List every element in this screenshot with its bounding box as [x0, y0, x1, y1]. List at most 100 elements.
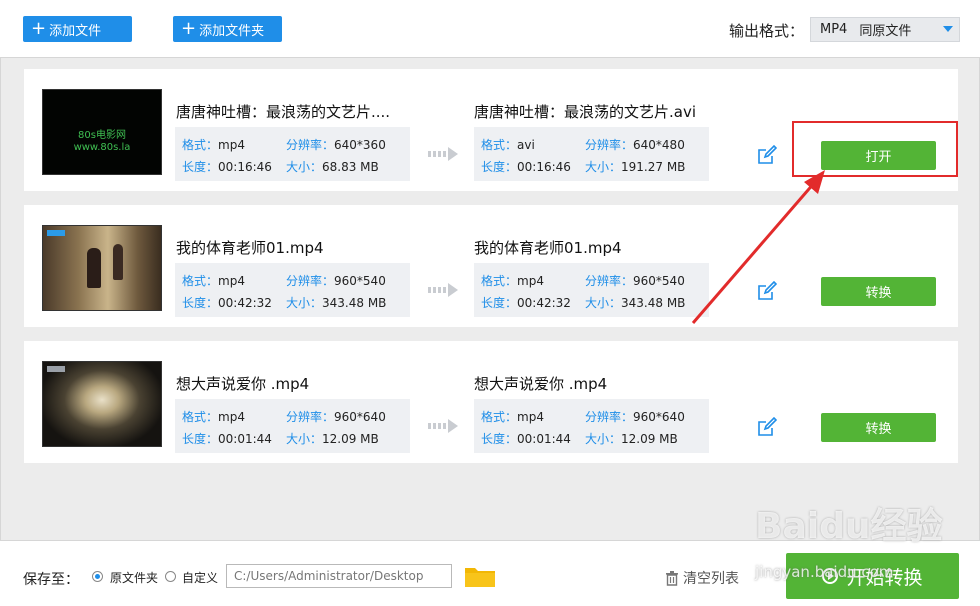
duration-key: 长度： [481, 432, 518, 446]
format-sub: 同原文件 [859, 24, 912, 39]
add-file-label: 添加文件 [49, 23, 102, 39]
resolution-value: 960*640 [334, 410, 386, 424]
resolution-value: 960*540 [633, 274, 685, 288]
target-info: 格式：avi 分辨率：640*480 长度：00:16:46 大小：191.27… [474, 127, 709, 181]
format-value: mp4 [517, 410, 544, 424]
resolution-key: 分辨率： [585, 274, 634, 288]
format-key: 格式： [182, 410, 219, 424]
thumb-url: www.80s.la [73, 142, 131, 153]
duration-key: 长度： [182, 296, 219, 310]
size-key: 大小： [585, 160, 622, 174]
top-toolbar: + 添加文件 + 添加文件夹 输出格式： MP4 同原文件 [0, 0, 980, 58]
size-key: 大小： [585, 296, 622, 310]
convert-button[interactable]: 转换 [821, 277, 936, 306]
convert-button[interactable]: 转换 [821, 413, 936, 442]
format-value: MP4 [820, 22, 848, 37]
source-info: 格式：mp4 分辨率：640*360 长度：00:16:46 大小：68.83 … [175, 127, 410, 181]
size-value: 12.09 MB [621, 432, 678, 446]
source-filename: 唐唐神吐槽：最浪荡的文艺片.... [176, 103, 391, 121]
source-filename: 想大声说爱你 .mp4 [176, 375, 310, 393]
convert-arrow-icon [428, 147, 458, 161]
file-row: 我的体育老师01.mp4 格式：mp4 分辨率：960*540 长度：00:42… [24, 205, 958, 327]
convert-arrow-icon [428, 419, 458, 433]
caret-down-icon [943, 26, 953, 32]
duration-key: 长度： [182, 160, 219, 174]
video-thumbnail [42, 361, 162, 447]
duration-key: 长度： [481, 296, 518, 310]
add-folder-label: 添加文件夹 [199, 23, 265, 39]
resolution-value: 960*540 [334, 274, 386, 288]
duration-value: 00:42:32 [517, 296, 571, 310]
target-info: 格式：mp4 分辨率：960*640 长度：00:01:44 大小：12.09 … [474, 399, 709, 453]
watermark-url: jingyan.baidu.com [755, 563, 894, 581]
plus-icon: + [181, 18, 197, 39]
video-thumbnail: 80s电影网 www.80s.la [42, 89, 162, 175]
size-value: 68.83 MB [322, 160, 379, 174]
duration-value: 00:01:44 [517, 432, 571, 446]
format-value: mp4 [218, 274, 245, 288]
size-key: 大小： [286, 296, 323, 310]
edit-icon[interactable] [757, 145, 777, 165]
radio-original-label: 原文件夹 [110, 571, 159, 585]
target-filename: 我的体育老师01.mp4 [474, 239, 622, 257]
resolution-value: 640*480 [633, 138, 685, 152]
thumb-caption: 80s电影网 [78, 130, 126, 141]
plus-icon: + [31, 18, 47, 39]
annotation-highlight-box [792, 121, 958, 177]
format-key: 格式： [481, 274, 518, 288]
resolution-key: 分辨率： [585, 138, 634, 152]
format-value: mp4 [517, 274, 544, 288]
source-filename: 我的体育老师01.mp4 [176, 239, 324, 257]
resolution-key: 分辨率： [585, 410, 634, 424]
output-format-select[interactable]: MP4 同原文件 [810, 17, 960, 42]
edit-icon[interactable] [757, 417, 777, 437]
output-path-input[interactable] [226, 564, 452, 588]
video-thumbnail [42, 225, 162, 311]
format-key: 格式： [182, 274, 219, 288]
radio-custom[interactable] [165, 571, 176, 582]
format-value: mp4 [218, 410, 245, 424]
save-to-label: 保存至： [23, 572, 79, 588]
folder-icon[interactable] [465, 565, 495, 587]
size-value: 191.27 MB [621, 160, 686, 174]
duration-value: 00:01:44 [218, 432, 272, 446]
duration-value: 00:42:32 [218, 296, 272, 310]
target-info: 格式：mp4 分辨率：960*540 长度：00:42:32 大小：343.48… [474, 263, 709, 317]
resolution-key: 分辨率： [286, 410, 335, 424]
target-filename: 唐唐神吐槽：最浪荡的文艺片.avi [474, 103, 697, 121]
radio-original-folder[interactable] [92, 571, 103, 582]
format-key: 格式： [481, 410, 518, 424]
clear-list-label: 清空列表 [683, 571, 739, 587]
size-key: 大小： [286, 160, 323, 174]
duration-value: 00:16:46 [517, 160, 571, 174]
resolution-key: 分辨率： [286, 274, 335, 288]
output-format-label: 输出格式： [729, 22, 805, 40]
add-file-button[interactable]: + 添加文件 [23, 16, 132, 42]
source-info: 格式：mp4 分辨率：960*540 长度：00:42:32 大小：343.48… [175, 263, 410, 317]
size-value: 343.48 MB [621, 296, 686, 310]
duration-key: 长度： [182, 432, 219, 446]
size-key: 大小： [585, 432, 622, 446]
resolution-value: 960*640 [633, 410, 685, 424]
size-value: 343.48 MB [322, 296, 387, 310]
radio-custom-label: 自定义 [182, 571, 219, 585]
source-info: 格式：mp4 分辨率：960*640 长度：00:01:44 大小：12.09 … [175, 399, 410, 453]
format-key: 格式： [182, 138, 219, 152]
clear-list-button[interactable]: 清空列表 [665, 568, 739, 588]
target-filename: 想大声说爱你 .mp4 [474, 375, 608, 393]
watermark-logo: Baidu经验 [755, 506, 943, 547]
edit-icon[interactable] [757, 281, 777, 301]
trash-icon [666, 570, 678, 586]
format-value: avi [517, 138, 535, 152]
format-key: 格式： [481, 138, 518, 152]
duration-value: 00:16:46 [218, 160, 272, 174]
resolution-value: 640*360 [334, 138, 386, 152]
size-value: 12.09 MB [322, 432, 379, 446]
resolution-key: 分辨率： [286, 138, 335, 152]
size-key: 大小： [286, 432, 323, 446]
convert-arrow-icon [428, 283, 458, 297]
format-value: mp4 [218, 138, 245, 152]
add-folder-button[interactable]: + 添加文件夹 [173, 16, 282, 42]
duration-key: 长度： [481, 160, 518, 174]
file-row: 想大声说爱你 .mp4 格式：mp4 分辨率：960*640 长度：00:01:… [24, 341, 958, 463]
